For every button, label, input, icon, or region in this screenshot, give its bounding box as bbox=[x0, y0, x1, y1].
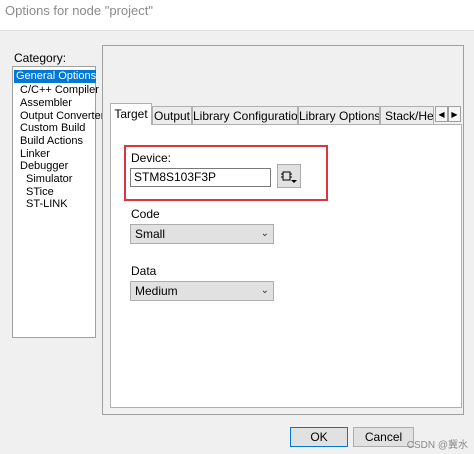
data-label: Data bbox=[131, 264, 157, 278]
device-select-button[interactable] bbox=[277, 164, 301, 188]
category-item-simulator[interactable]: Simulator bbox=[26, 173, 72, 186]
category-item-debugger[interactable]: Debugger bbox=[20, 160, 68, 173]
title-bar: Options for node "project" bbox=[0, 0, 474, 31]
cancel-button[interactable]: Cancel bbox=[353, 427, 414, 447]
code-model-value: Small bbox=[135, 227, 166, 241]
category-item-general-options[interactable]: General Options bbox=[14, 70, 96, 83]
ok-button[interactable]: OK bbox=[290, 427, 348, 447]
category-item-build-actions[interactable]: Build Actions bbox=[20, 135, 83, 148]
category-item-custom-build[interactable]: Custom Build bbox=[20, 122, 85, 135]
tab-library-configuration[interactable]: Library Configuration bbox=[192, 106, 298, 124]
tab-stack-heap[interactable]: Stack/Hea bbox=[380, 106, 434, 124]
category-item-st-link[interactable]: ST-LINK bbox=[26, 198, 68, 211]
chevron-down-icon: ⌄ bbox=[260, 228, 269, 239]
code-model-select[interactable]: Small ⌄ bbox=[130, 224, 274, 244]
tab-scroll-left-icon[interactable]: ◀ bbox=[435, 106, 448, 122]
data-model-value: Medium bbox=[135, 284, 178, 298]
tab-scroll-right-icon[interactable]: ▶ bbox=[448, 106, 461, 122]
watermark: CSDN @冀水 bbox=[406, 440, 468, 451]
device-input[interactable]: STM8S103F3P bbox=[130, 168, 271, 187]
chevron-down-icon: ⌄ bbox=[260, 285, 269, 296]
category-label: Category: bbox=[14, 51, 67, 65]
device-label: Device: bbox=[131, 151, 172, 165]
tab-target[interactable]: Target bbox=[110, 103, 152, 125]
device-chip-icon bbox=[281, 171, 297, 183]
category-item-c-cpp-compiler[interactable]: C/C++ Compiler bbox=[20, 84, 99, 97]
category-list[interactable]: General Options C/C++ Compiler Assembler… bbox=[12, 66, 104, 338]
category-item-assembler[interactable]: Assembler bbox=[20, 97, 72, 110]
data-model-select[interactable]: Medium ⌄ bbox=[130, 281, 274, 301]
tab-library-options[interactable]: Library Options bbox=[298, 106, 380, 124]
tab-output[interactable]: Output bbox=[152, 106, 192, 124]
code-label: Code bbox=[131, 207, 160, 221]
window-title: Options for node "project" bbox=[5, 3, 153, 18]
